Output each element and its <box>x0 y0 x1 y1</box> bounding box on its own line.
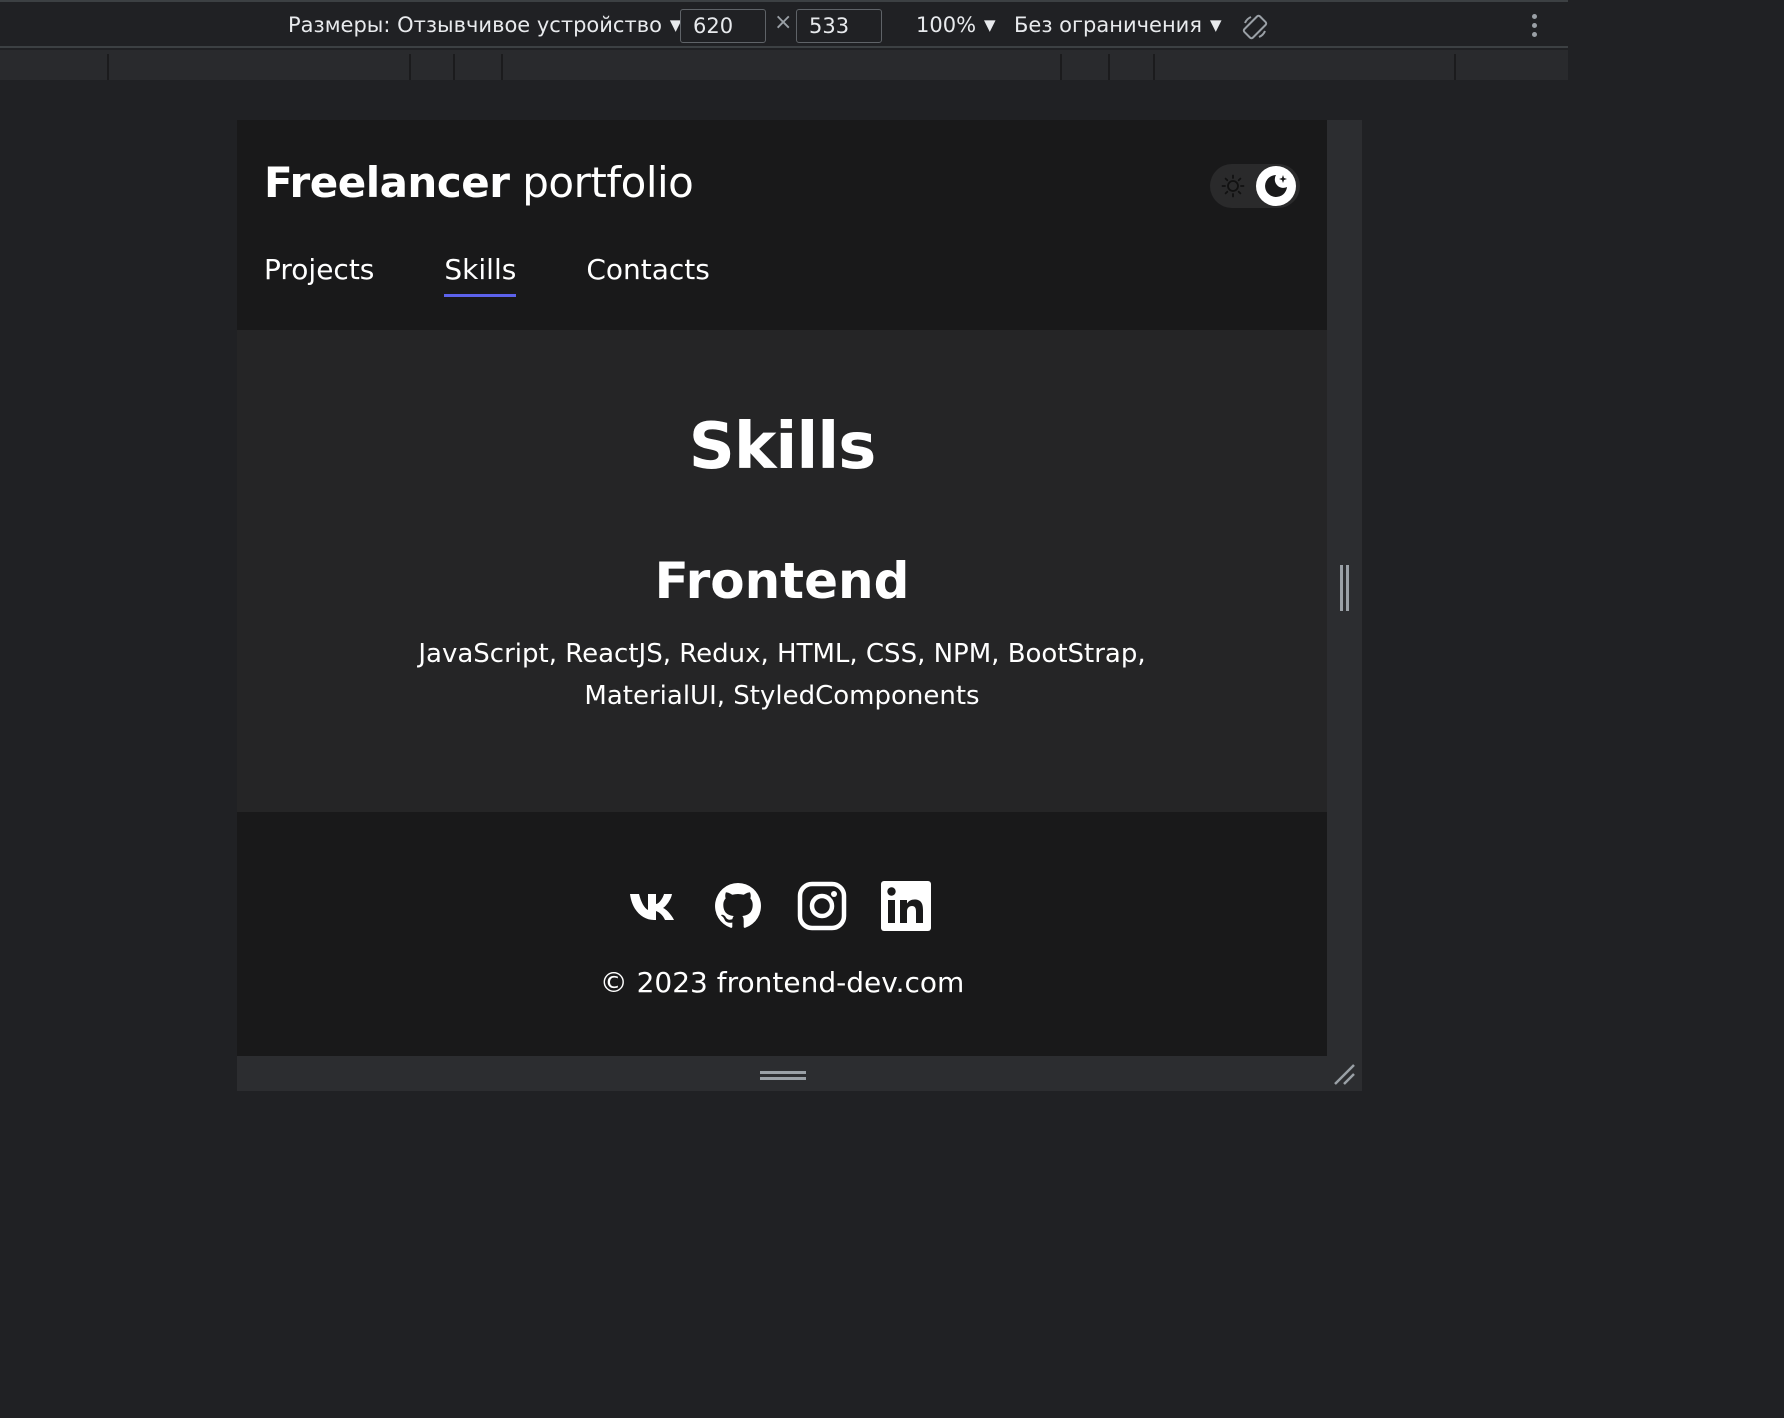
page-viewport: Freelancer portfolio Projects Skills Con… <box>237 120 1327 1056</box>
resize-handle-right[interactable] <box>1340 565 1349 611</box>
theme-toggle[interactable] <box>1210 164 1300 208</box>
moon-icon <box>1265 175 1287 197</box>
nav-tab-contacts[interactable]: Contacts <box>586 253 710 286</box>
section-title-frontend: Frontend <box>654 552 910 610</box>
page-title: Skills <box>688 410 877 484</box>
devtools-device-toolbar: Размеры: Отзывчивое устройство ▼ × 100% … <box>0 0 1568 48</box>
instagram-icon[interactable] <box>796 880 848 932</box>
chevron-down-icon: ▼ <box>984 16 996 34</box>
brand-bold-text: Freelancer <box>264 158 510 207</box>
zoom-dropdown[interactable]: 100% ▼ <box>916 2 996 48</box>
zoom-label: 100% <box>916 13 977 37</box>
linkedin-icon[interactable] <box>880 880 932 932</box>
resize-handle-bottom[interactable] <box>760 1071 806 1080</box>
site-header: Freelancer portfolio Projects Skills Con… <box>237 120 1327 330</box>
toggle-knob[interactable] <box>1256 166 1296 206</box>
device-dimensions-label: Размеры: Отзывчивое устройство <box>288 13 662 37</box>
device-dimensions-dropdown[interactable]: Размеры: Отзывчивое устройство ▼ <box>288 2 681 48</box>
more-options-icon[interactable] <box>1532 14 1540 41</box>
main-nav: Projects Skills Contacts <box>264 253 710 297</box>
sun-icon <box>1221 174 1245 202</box>
resize-corner-icon[interactable] <box>1332 1062 1358 1092</box>
brand-light-text: portfolio <box>509 158 694 207</box>
skills-list-text: JavaScript, ReactJS, Redux, HTML, CSS, N… <box>418 639 1146 711</box>
rotate-device-icon[interactable] <box>1241 13 1269 46</box>
media-query-bar[interactable] <box>0 50 1568 80</box>
github-icon[interactable] <box>712 880 764 932</box>
site-logo[interactable]: Freelancer portfolio <box>264 158 694 207</box>
nav-tab-skills[interactable]: Skills <box>444 253 516 297</box>
viewport-width-input[interactable] <box>680 9 766 43</box>
vk-icon[interactable] <box>628 880 680 932</box>
device-frame: Freelancer portfolio Projects Skills Con… <box>237 120 1362 1091</box>
main-content: Skills Frontend JavaScript, ReactJS, Red… <box>237 330 1327 812</box>
copyright-text: © 2023 frontend-dev.com <box>599 966 965 999</box>
throttling-dropdown[interactable]: Без ограничения ▼ <box>1014 2 1222 48</box>
nav-tab-projects[interactable]: Projects <box>264 253 374 286</box>
chevron-down-icon: ▼ <box>1209 16 1222 34</box>
social-links <box>628 880 938 934</box>
times-icon: × <box>774 10 793 35</box>
site-footer: © 2023 frontend-dev.com <box>237 812 1327 1056</box>
throttling-label: Без ограничения <box>1014 13 1202 37</box>
viewport-height-input[interactable] <box>796 9 882 43</box>
